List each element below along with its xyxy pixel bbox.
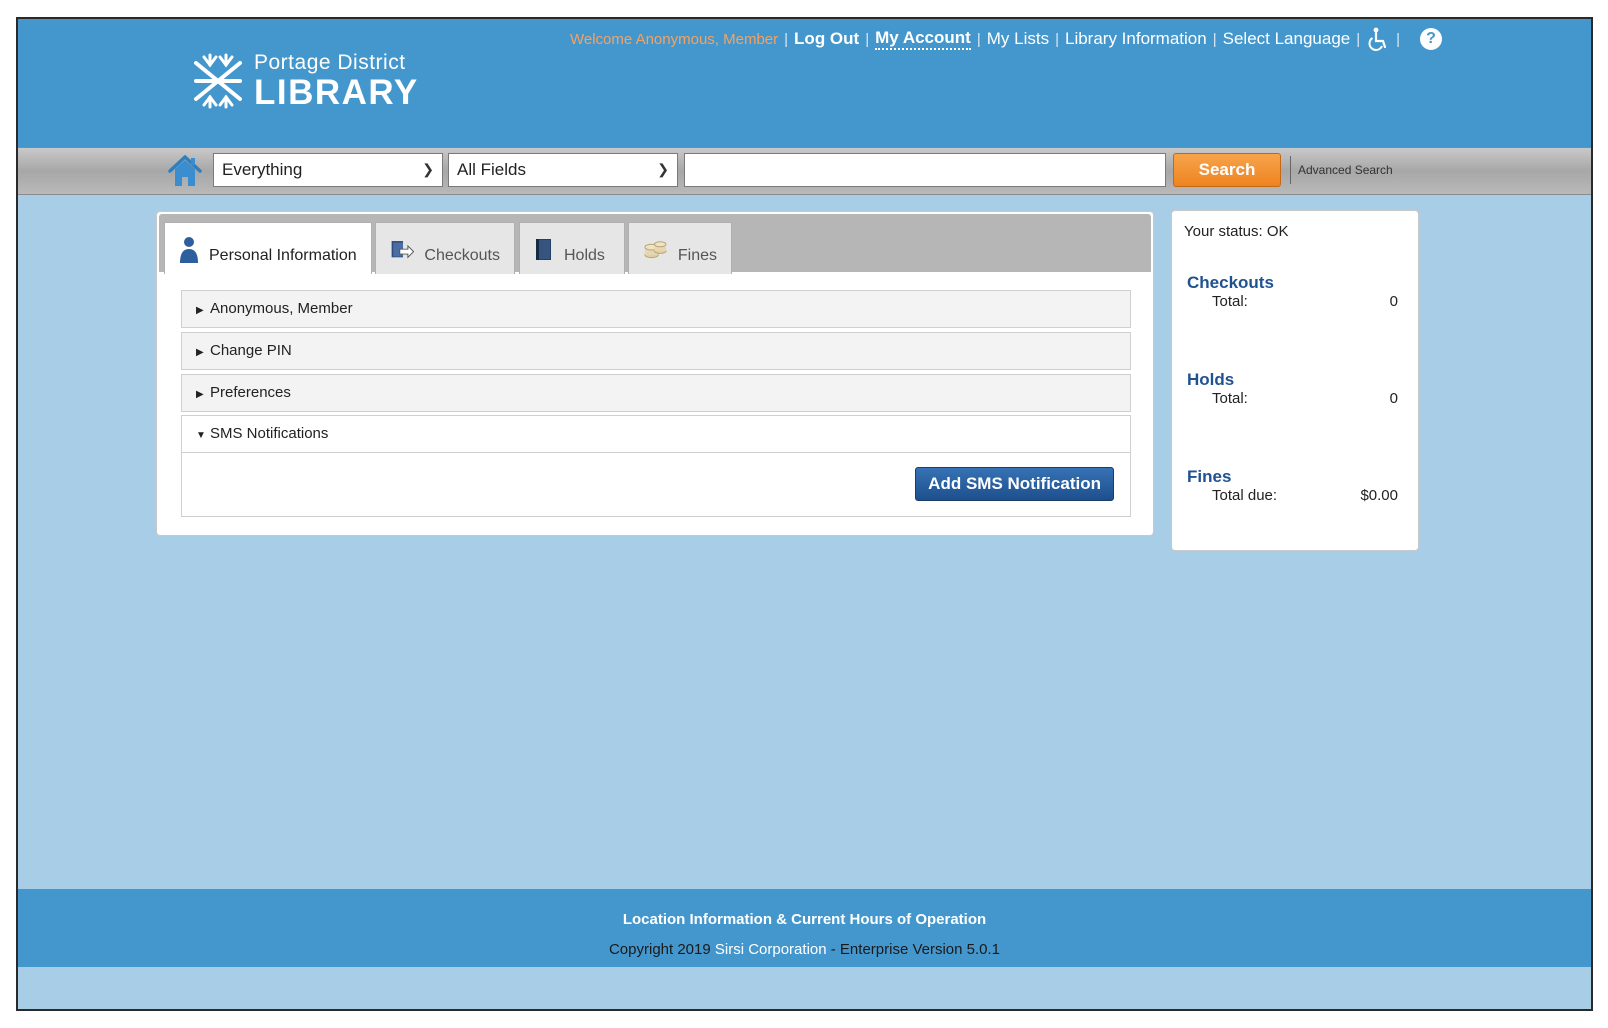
version-text: - Enterprise Version 5.0.1 [826,941,1001,958]
caret-down-icon: ▼ [196,430,206,441]
fines-total-label: Total due: [1212,487,1278,504]
tab-label: Holds [564,246,605,264]
library-logo[interactable]: Portage District LIBRARY [188,51,419,111]
site-header: Portage District LIBRARY Welcome Anonymo… [18,19,1591,147]
caret-right-icon: ▶ [196,389,204,400]
coins-icon [644,240,667,258]
nav-separator: | [1055,30,1059,48]
tab-personal-information[interactable]: Personal Information [164,222,372,274]
logo-line-2: LIBRARY [254,73,419,112]
nav-separator: | [1356,30,1361,48]
advanced-search-link[interactable]: Advanced Search [1290,156,1393,184]
tab-fines[interactable]: Fines [628,222,732,274]
sirsi-corporation-link[interactable]: Sirsi Corporation [715,941,827,958]
my-lists-link[interactable]: My Lists [987,29,1049,49]
nav-separator: | [1396,30,1401,48]
nav-separator: | [1212,30,1217,48]
caret-right-icon: ▶ [196,347,204,358]
search-button[interactable]: Search [1173,153,1281,187]
search-field-value: All Fields [457,160,526,179]
accordion-sms-notifications[interactable]: ▼ SMS Notifications [181,415,1131,453]
nav-separator: | [865,30,870,48]
copyright-prefix: Copyright 2019 [608,941,715,958]
help-icon[interactable]: ? [1420,28,1443,50]
add-sms-notification-button[interactable]: Add SMS Notification [915,467,1114,501]
search-scope-value: Everything [222,160,303,179]
accordion-name[interactable]: ▶ Anonymous, Member [181,290,1131,328]
tab-holds[interactable]: Holds [519,222,625,274]
book-icon [536,238,551,260]
welcome-text: Welcome Anonymous, Member [570,30,779,48]
top-navigation: Welcome Anonymous, Member | Log Out | My… [570,27,1443,51]
search-scope-select[interactable]: Everything ❯ [213,153,443,187]
tab-label: Personal Information [209,246,357,264]
search-input[interactable] [684,153,1166,187]
accordion-label: SMS Notifications [210,425,329,442]
accordion-preferences[interactable]: ▶ Preferences [181,374,1131,412]
my-account-link[interactable]: My Account [875,28,971,50]
accordion-change-pin[interactable]: ▶ Change PIN [181,332,1131,370]
browser-page: Portage District LIBRARY Welcome Anonymo… [16,17,1593,1011]
home-icon[interactable] [168,154,202,188]
chevron-down-icon: ❯ [657,161,669,177]
holds-total-value: 0 [1389,390,1398,407]
account-status-box: Your status: OK Checkouts Total: 0 Holds… [1171,210,1419,551]
fines-total-value: $0.00 [1360,487,1398,504]
accordion-label: Preferences [210,384,291,401]
location-hours-link[interactable]: Location Information & Current Hours of … [18,911,1591,928]
library-information-link[interactable]: Library Information [1065,29,1207,49]
search-bar: Everything ❯ All Fields ❯ Search Advance… [18,147,1591,195]
caret-right-icon: ▶ [196,305,204,316]
chevron-down-icon: ❯ [422,161,434,177]
account-status-text: Your status: OK [1184,223,1289,240]
select-language-link[interactable]: Select Language [1223,29,1351,49]
tab-checkouts[interactable]: Checkouts [375,222,515,274]
fines-summary-heading[interactable]: Fines [1187,467,1231,487]
search-field-select[interactable]: All Fields ❯ [448,153,678,187]
copyright-text: Copyright 2019 Sirsi Corporation - Enter… [18,941,1591,958]
checkouts-icon [391,240,415,259]
tab-label: Checkouts [424,246,500,264]
accordion-label: Anonymous, Member [210,300,353,317]
account-tabs: Personal Information Checkouts Holds Fin… [159,214,1151,274]
accessibility-icon[interactable] [1366,27,1390,51]
nav-separator: | [784,30,789,48]
tab-label: Fines [677,246,717,264]
holds-total-label: Total: [1212,390,1248,407]
checkouts-summary-heading[interactable]: Checkouts [1187,273,1274,293]
nav-separator: | [976,30,981,48]
account-panel: Personal Information Checkouts Holds Fin… [156,211,1154,536]
accordion-label: Change PIN [210,342,292,359]
checkouts-total-value: 0 [1389,293,1398,310]
logout-link[interactable]: Log Out [794,29,859,49]
snowflake-logo-icon [194,53,242,109]
site-footer: Location Information & Current Hours of … [18,889,1591,967]
sms-notifications-content: Add SMS Notification [181,453,1131,517]
checkouts-total-label: Total: [1212,293,1248,310]
logo-line-1: Portage District [254,51,406,74]
holds-summary-heading[interactable]: Holds [1187,370,1234,390]
person-icon [180,236,198,263]
